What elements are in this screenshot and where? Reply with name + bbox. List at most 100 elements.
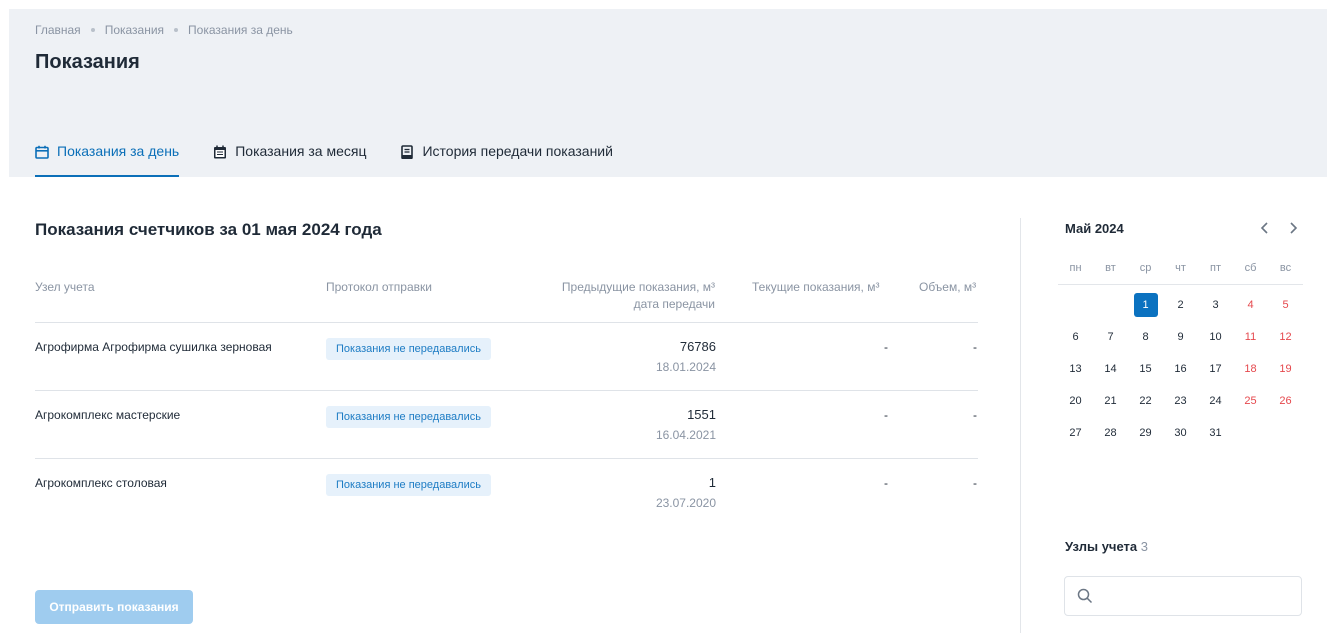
calendar-grid: пн вт ср чт пт сб вс 1 2 3 4 5 6 7 8 9 10 11 12 13 14… <box>1058 262 1303 445</box>
column-header-volume: Объем, м³ <box>919 280 977 294</box>
previous-date: 16.04.2021 <box>655 428 716 442</box>
calendar-day[interactable]: 19 <box>1268 357 1303 381</box>
calendar-day[interactable]: 7 <box>1093 325 1128 349</box>
calendar-day[interactable]: 20 <box>1058 389 1093 413</box>
previous-month-button[interactable] <box>1257 218 1273 238</box>
next-month-button[interactable] <box>1285 218 1301 238</box>
send-readings-button[interactable]: Отправить показания <box>35 590 193 624</box>
weekday-label: вт <box>1105 262 1116 274</box>
breadcrumb: Главная Показания Показания за день <box>35 23 293 37</box>
previous-value: 1 <box>708 475 716 490</box>
calendar-week: 13 14 15 16 17 18 19 <box>1058 357 1303 381</box>
volume-value: - <box>973 408 977 422</box>
tab-label: Показания за день <box>57 143 180 159</box>
column-header-protocol: Протокол отправки <box>326 280 432 294</box>
section-title: Показания счетчиков за 01 мая 2024 года <box>35 220 382 239</box>
node-name[interactable]: Агрокомплекс мастерские <box>35 408 180 422</box>
calendar-day[interactable]: 31 <box>1198 421 1233 445</box>
tab-daily-readings[interactable]: Показания за день <box>35 143 180 177</box>
weekday-label: пн <box>1069 262 1082 274</box>
calendar-day[interactable]: 26 <box>1268 389 1303 413</box>
row-divider <box>35 390 978 391</box>
row-divider <box>35 458 978 459</box>
document-icon <box>400 145 414 159</box>
calendar-day[interactable]: 24 <box>1198 389 1233 413</box>
column-header-previous-date: дата передачи <box>633 297 715 311</box>
breadcrumb-item-current: Показания за день <box>188 23 293 37</box>
calendar-title: Май 2024 <box>1065 221 1124 236</box>
nodes-label: Узлы учета <box>1065 539 1138 554</box>
panel-divider <box>1020 218 1021 633</box>
chevron-right-icon <box>1290 222 1298 234</box>
calendar-day[interactable]: 30 <box>1163 421 1198 445</box>
calendar-day[interactable]: 12 <box>1268 325 1303 349</box>
breadcrumb-item-home[interactable]: Главная <box>35 23 81 37</box>
calendar-day[interactable]: 3 <box>1198 293 1233 317</box>
nodes-heading: Узлы учета 3 <box>1065 539 1148 554</box>
status-badge: Показания не передавались <box>326 338 491 360</box>
calendar-day[interactable]: 14 <box>1093 357 1128 381</box>
nodes-count: 3 <box>1140 539 1148 554</box>
weekday-label: сб <box>1244 262 1257 274</box>
calendar-day[interactable]: 17 <box>1198 357 1233 381</box>
calendar-week: 6 7 8 9 10 11 12 <box>1058 325 1303 349</box>
calendar-day[interactable]: 8 <box>1128 325 1163 349</box>
previous-date: 23.07.2020 <box>655 496 716 510</box>
row-divider <box>35 322 978 323</box>
calendar-day[interactable]: 18 <box>1233 357 1268 381</box>
calendar-icon <box>35 145 49 159</box>
tabs: Показания за день Показания за месяц Ист… <box>35 143 647 177</box>
calendar-day[interactable]: 29 <box>1128 421 1163 445</box>
weekday-label: чт <box>1175 262 1186 274</box>
current-value: - <box>884 476 888 490</box>
calendar-day[interactable]: 27 <box>1058 421 1093 445</box>
previous-value: 76786 <box>679 339 716 354</box>
breadcrumb-separator <box>90 28 95 32</box>
calendar-day[interactable]: 22 <box>1128 389 1163 413</box>
calendar-day[interactable]: 23 <box>1163 389 1198 413</box>
calendar-day[interactable]: 5 <box>1268 293 1303 317</box>
status-badge: Показания не передавались <box>326 406 491 428</box>
tab-history[interactable]: История передачи показаний <box>400 143 613 177</box>
tab-label: История передачи показаний <box>422 143 613 159</box>
calendar-day[interactable]: 11 <box>1233 325 1268 349</box>
tab-label: Показания за месяц <box>235 143 367 159</box>
node-name[interactable]: Агрокомплекс столовая <box>35 476 167 490</box>
column-header-previous: Предыдущие показания, м³ дата передачи <box>515 279 715 313</box>
calendar-day[interactable]: 25 <box>1233 389 1268 413</box>
column-header-previous-label: Предыдущие показания, м³ <box>561 280 715 294</box>
calendar-day[interactable]: 4 <box>1233 293 1268 317</box>
calendar-week: 20 21 22 23 24 25 26 <box>1058 389 1303 413</box>
calendar-day[interactable]: 6 <box>1058 325 1093 349</box>
previous-value: 1551 <box>687 407 716 422</box>
calendar-day[interactable]: 21 <box>1093 389 1128 413</box>
weekday-label: вс <box>1279 262 1292 274</box>
volume-value: - <box>973 340 977 354</box>
chevron-left-icon <box>1260 222 1268 234</box>
calendar-week: 12345 <box>1058 293 1303 317</box>
calendar-weekdays: пн вт ср чт пт сб вс <box>1058 262 1303 285</box>
tab-monthly-readings[interactable]: Показания за месяц <box>213 143 366 177</box>
calendar-day[interactable]: 28 <box>1093 421 1128 445</box>
current-value: - <box>884 340 888 354</box>
calendar-day[interactable]: 9 <box>1163 325 1198 349</box>
calendar-week: 27 28 29 30 31 <box>1058 421 1303 445</box>
calendar-weeks: 1 2 3 4 5 6 7 8 9 10 11 12 13 14 15 16 17 18 19 20 21 22 23 24 2… <box>1058 293 1303 445</box>
search-input[interactable] <box>1101 585 1295 609</box>
previous-date: 18.01.2024 <box>655 360 716 374</box>
breadcrumb-separator <box>174 28 179 32</box>
calendar-day[interactable]: 15 <box>1128 357 1163 381</box>
calendar-day[interactable]: 10 <box>1198 325 1233 349</box>
calendar-day-selected[interactable]: 1 <box>1133 293 1158 317</box>
page-header: Главная Показания Показания за день Пока… <box>9 9 1327 177</box>
breadcrumb-item-readings[interactable]: Показания <box>105 23 164 37</box>
nodes-search[interactable] <box>1064 576 1302 616</box>
current-value: - <box>884 408 888 422</box>
column-header-current: Текущие показания, м³ <box>752 280 880 294</box>
calendar-day[interactable]: 16 <box>1163 357 1198 381</box>
calendar-day[interactable]: 2 <box>1163 293 1198 317</box>
node-name[interactable]: Агрофирма Агрофирма сушилка зерновая <box>35 340 272 354</box>
calendar-day[interactable]: 13 <box>1058 357 1093 381</box>
weekday-label: ср <box>1139 262 1152 274</box>
column-header-node: Узел учета <box>35 280 95 294</box>
